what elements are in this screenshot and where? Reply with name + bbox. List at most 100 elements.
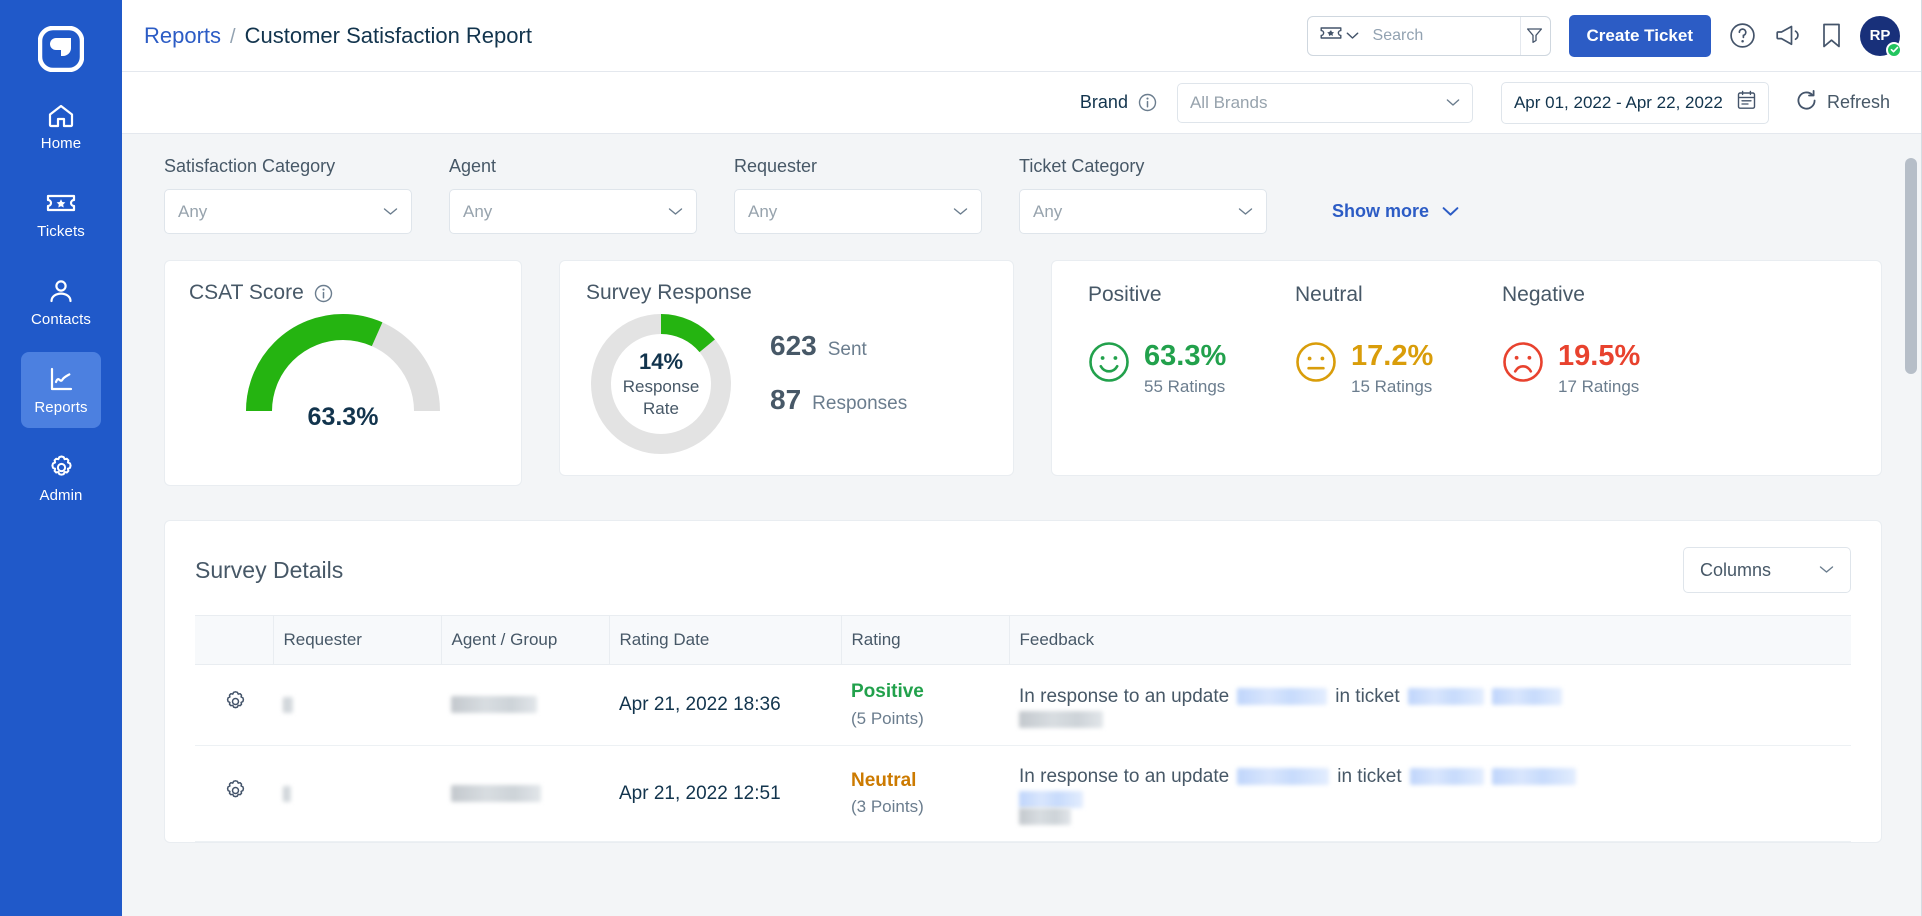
search-filter-icon[interactable] [1520, 16, 1547, 55]
column-header-requester[interactable]: Requester [273, 615, 442, 665]
search-scope-selector[interactable] [1320, 25, 1367, 46]
app-logo[interactable] [0, 10, 122, 88]
sentiment-negative-ratings: 17 Ratings [1558, 377, 1640, 397]
survey-stats: 623 Sent 87 Responses [770, 330, 907, 438]
search-box[interactable] [1306, 15, 1551, 56]
rating-points: (5 Points) [851, 708, 924, 728]
redacted-update-name [1237, 768, 1330, 786]
sidebar-item-label: Tickets [37, 223, 85, 240]
column-header-rating-date[interactable]: Rating Date [609, 615, 842, 665]
requester-cell [273, 664, 441, 746]
gear-icon[interactable] [223, 780, 248, 808]
help-icon[interactable] [1729, 22, 1756, 49]
calendar-icon [1737, 90, 1756, 115]
table-header-row: Requester Agent / Group Rating Date Rati… [195, 615, 1851, 665]
filter-label: Ticket Category [1019, 156, 1145, 176]
csat-info-icon[interactable] [314, 284, 333, 303]
sentiment-neutral-percent: 17.2% [1351, 340, 1434, 372]
vertical-scrollbar-thumb[interactable] [1905, 158, 1917, 374]
chevron-down-icon [1346, 27, 1359, 45]
refresh-button[interactable]: Refresh [1795, 89, 1890, 117]
responses-value: 87 [770, 384, 802, 415]
table-row[interactable]: Apr 21, 2022 12:51 Neutral (3 Points) In… [195, 745, 1851, 843]
announcements-megaphone-icon[interactable] [1774, 22, 1803, 49]
sent-label: Sent [827, 339, 867, 360]
response-rate-label-line1: Response [622, 376, 700, 396]
chevron-down-icon [668, 203, 683, 221]
table-row[interactable]: Apr 21, 2022 18:36 Positive (5 Points) I… [195, 664, 1851, 746]
agent-group-cell [441, 664, 609, 746]
responses-stat: 87 Responses [770, 384, 907, 416]
search-input[interactable] [1366, 25, 1521, 46]
column-header-agent-group[interactable]: Agent / Group [441, 615, 610, 665]
filter-value: Any [1033, 201, 1063, 221]
person-icon [47, 276, 75, 306]
rating-label: Neutral [851, 769, 917, 791]
bookmark-icon[interactable] [1821, 22, 1842, 49]
table-header: Requester Agent / Group Rating Date Rati… [195, 615, 1851, 665]
filter-label: Agent [449, 156, 497, 176]
home-icon [46, 100, 76, 130]
filter-select[interactable]: Any [449, 189, 697, 234]
rating-label: Positive [851, 681, 924, 702]
filter-value: Any [463, 201, 493, 221]
csat-score-card: CSAT Score 63.3% [164, 260, 522, 486]
sent-value: 623 [770, 330, 817, 361]
sentiment-heading-negative: Negative [1502, 283, 1585, 306]
chevron-down-icon [1238, 203, 1253, 221]
main-content: Reports / Customer Satisfaction Report S… [122, 0, 1922, 916]
row-actions-cell[interactable] [195, 745, 273, 843]
redacted-agent [451, 696, 537, 714]
feedback-cell: In response to an update in ticket [1009, 745, 1851, 843]
column-header-feedback[interactable]: Feedback [1009, 615, 1851, 665]
brand-select[interactable]: All Brands [1176, 82, 1473, 123]
rating-cell: Neutral (3 Points) [841, 745, 1009, 843]
rating-points: (3 Points) [851, 797, 924, 817]
breadcrumb-reports-link[interactable]: Reports [144, 23, 221, 49]
feedback-middle: in ticket [1337, 765, 1402, 787]
avatar[interactable]: RP [1860, 15, 1902, 58]
redacted-update-name [1237, 687, 1328, 705]
sidebar-item-reports[interactable]: Reports [21, 352, 101, 428]
requester-cell [273, 745, 441, 843]
rating-date-cell: Apr 21, 2022 18:36 [609, 664, 841, 746]
feedback-cell: In response to an update in ticket [1009, 664, 1851, 746]
redacted-ticket-a [1409, 768, 1484, 786]
create-ticket-button[interactable]: Create Ticket [1568, 14, 1711, 57]
date-range-picker[interactable]: Apr 01, 2022 - Apr 22, 2022 [1500, 81, 1769, 124]
responses-label: Responses [812, 393, 908, 414]
filter-select[interactable]: Any [734, 189, 982, 234]
sidebar-item-label: Admin [39, 487, 83, 504]
filter-select[interactable]: Any [164, 189, 412, 234]
sentiment-negative-percent: 19.5% [1558, 340, 1641, 372]
sidebar-item-home[interactable]: Home [21, 88, 101, 164]
row-actions-cell[interactable] [195, 664, 273, 746]
chevron-down-icon [1819, 561, 1834, 579]
sentiment-heading-neutral: Neutral [1295, 283, 1363, 306]
chevron-down-icon [1442, 201, 1459, 222]
page-title: Customer Satisfaction Report [244, 22, 532, 48]
filter-select[interactable]: Any [1019, 189, 1267, 234]
csat-card-title: CSAT Score [189, 281, 497, 305]
brand-info-icon[interactable] [1138, 93, 1157, 112]
columns-button[interactable]: Columns [1683, 547, 1851, 593]
gear-icon[interactable] [223, 691, 248, 719]
sidebar-item-admin[interactable]: Admin [21, 440, 101, 516]
filter-agent: Agent Any [449, 156, 697, 234]
survey-details-header: Survey Details Columns [195, 547, 1851, 593]
show-more-filters-button[interactable]: Show more [1332, 201, 1459, 222]
primary-sidebar: Home Tickets Contacts Reports Admin [0, 0, 122, 916]
sentiment-neutral-ratings: 15 Ratings [1351, 377, 1433, 397]
sentiment-negative: 19.5% 17 Ratings [1502, 341, 1709, 397]
sidebar-item-tickets[interactable]: Tickets [21, 176, 101, 252]
sidebar-item-label: Contacts [31, 311, 91, 328]
sidebar-item-contacts[interactable]: Contacts [21, 264, 101, 340]
survey-title-text: Survey Response [586, 281, 752, 304]
vertical-scrollbar[interactable] [1905, 134, 1917, 916]
column-header-rating[interactable]: Rating [841, 615, 1010, 665]
online-status-badge [1886, 41, 1902, 58]
sentiment-breakdown-card: Positive Neutral Negative 63.3% 55 Ratin… [1051, 260, 1882, 476]
breadcrumb-separator: / [230, 25, 236, 48]
survey-details-title: Survey Details [195, 556, 344, 583]
table-body: Apr 21, 2022 18:36 Positive (5 Points) I… [195, 664, 1851, 843]
